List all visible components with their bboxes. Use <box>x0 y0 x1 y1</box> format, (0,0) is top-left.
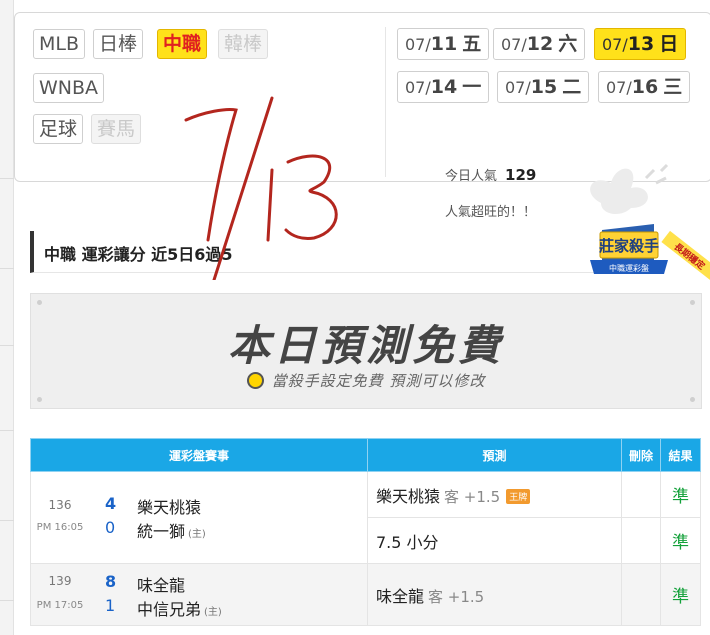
league-tab-wnba[interactable]: WNBA <box>33 73 105 103</box>
game-time: PM 17:05 <box>36 600 84 611</box>
banner-subtitle: 當殺手設定免費 預測可以修改 <box>31 370 701 391</box>
bookmaker-killer-badge-icon: 莊家殺手 中職運彩盤 長期穩定 <box>590 224 710 281</box>
league-tab-horse-racing: 賽馬 <box>91 114 142 144</box>
strip-divider <box>0 345 14 346</box>
league-tab-soccer[interactable]: 足球 <box>33 114 84 144</box>
home-score: 1 <box>105 596 116 615</box>
lightbulb-icon <box>246 372 264 389</box>
away-score: 4 <box>105 494 117 513</box>
banner-rivet <box>37 300 42 305</box>
date-tab-0713[interactable]: 07/13 日 <box>594 28 687 60</box>
date-tab-0712[interactable]: 07/12 六 <box>493 28 586 60</box>
prediction-cell: 樂天桃猿客 +1.5 王牌 <box>367 471 622 518</box>
col-header-prediction: 預測 <box>367 438 622 472</box>
table-row: 139 PM 17:05 8 味全龍 1 中信兄弟 (主) 味全龍客 +1.5 準 <box>30 563 701 626</box>
date-tab-0716[interactable]: 07/16 三 <box>598 71 691 103</box>
banner-rivet <box>690 300 695 305</box>
home-team[interactable]: 中信兄弟 (主) <box>137 596 222 620</box>
game-number: 136 <box>48 498 72 512</box>
col-header-event: 運彩盤賽事 <box>30 438 368 472</box>
free-prediction-banner: 本日預測免費 當殺手設定免費 預測可以修改 <box>30 293 702 409</box>
table-row: 136 PM 16:05 4 樂天桃猿 0 統一獅 (主) 樂天桃猿客 +1.5 王… <box>30 471 701 564</box>
col-header-result: 結果 <box>660 438 701 472</box>
ace-tag: 王牌 <box>506 488 531 504</box>
strip-divider <box>0 268 14 269</box>
home-team[interactable]: 統一獅 (主) <box>137 518 206 542</box>
card-divider <box>385 27 386 177</box>
delete-cell[interactable] <box>621 563 661 626</box>
banner-rivet <box>37 397 42 402</box>
prediction-cell: 味全龍客 +1.5 <box>367 563 622 626</box>
result-cell: 準 <box>660 471 701 518</box>
prediction-cell: 7.5 小分 <box>367 517 622 564</box>
delete-cell[interactable] <box>621 471 661 518</box>
game-cell: 139 PM 17:05 8 味全龍 1 中信兄弟 (主) <box>30 563 368 626</box>
background-page-strip <box>0 0 14 635</box>
banner-title: 本日預測免費 <box>227 321 504 370</box>
delete-cell[interactable] <box>621 517 661 564</box>
section-heading: 中職 運彩讓分 近5日6過5 <box>30 231 626 273</box>
game-cell: 136 PM 16:05 4 樂天桃猿 0 統一獅 (主) <box>30 471 368 564</box>
home-score: 0 <box>105 518 116 537</box>
banner-rivet <box>690 397 695 402</box>
league-tab-cpbl[interactable]: 中職 <box>157 29 208 59</box>
col-header-delete: 刪除 <box>621 438 661 472</box>
strip-divider <box>0 178 14 179</box>
away-team[interactable]: 味全龍 <box>137 572 185 596</box>
league-tab-kbo: 韓棒 <box>218 29 269 59</box>
away-team[interactable]: 樂天桃猿 <box>137 494 201 518</box>
league-tab-mlb[interactable]: MLB <box>33 29 86 59</box>
section-heading-text: 中職 運彩讓分 近5日6過5 <box>44 245 233 264</box>
date-tab-0714[interactable]: 07/14 一 <box>397 71 490 103</box>
away-score: 8 <box>105 572 117 591</box>
svg-text:莊家殺手: 莊家殺手 <box>599 237 659 255</box>
prediction-panel: MLB 日棒 中職 韓棒 WNBA 足球 賽馬 07/11 五 07/12 六 … <box>14 0 710 635</box>
svg-text:中職運彩盤: 中職運彩盤 <box>609 263 649 273</box>
league-tab-npb[interactable]: 日棒 <box>93 29 144 59</box>
butterfly-decoration-icon <box>590 163 669 215</box>
date-tab-0715[interactable]: 07/15 二 <box>497 71 590 103</box>
date-tab-0711[interactable]: 07/11 五 <box>397 28 490 60</box>
result-cell: 準 <box>660 517 701 564</box>
popularity-count: 今日人氣 129 <box>445 166 537 184</box>
filter-card: MLB 日棒 中職 韓棒 WNBA 足球 賽馬 07/11 五 07/12 六 … <box>14 12 710 220</box>
game-time: PM 16:05 <box>36 522 84 533</box>
result-cell: 準 <box>660 563 701 626</box>
predictions-table: 運彩盤賽事 預測 刪除 結果 136 PM 16:05 4 樂天桃猿 0 統一獅… <box>30 438 701 626</box>
strip-divider <box>0 430 14 431</box>
strip-divider <box>0 520 14 521</box>
game-number: 139 <box>48 574 72 588</box>
strip-divider <box>0 600 14 601</box>
popularity-note: 人氣超旺的！！ <box>445 205 537 220</box>
